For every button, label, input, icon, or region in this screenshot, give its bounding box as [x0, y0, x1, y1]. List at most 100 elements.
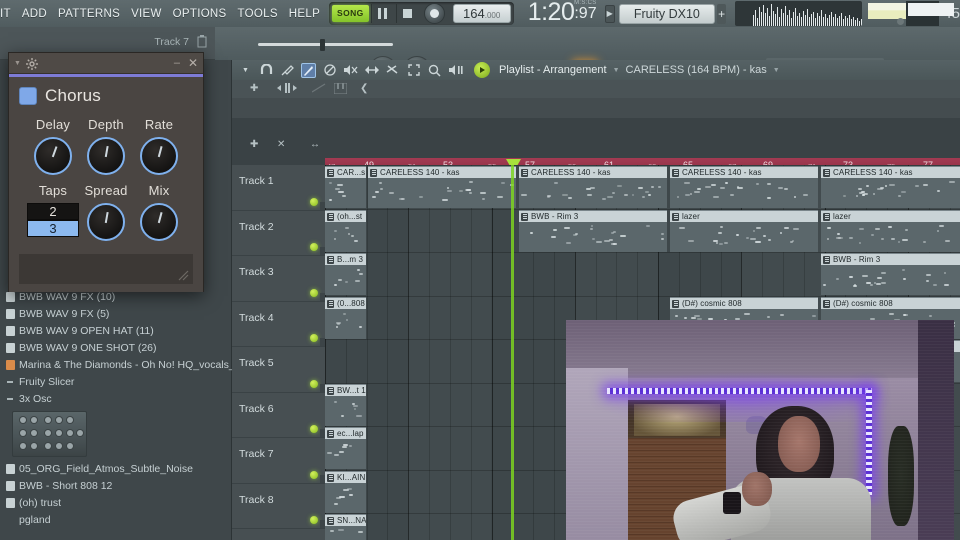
stop-icon[interactable]	[395, 4, 419, 23]
list-item[interactable]: BWB WAV 9 FX (5)	[6, 305, 232, 322]
track-led-icon[interactable]	[310, 288, 318, 297]
select-tool-icon[interactable]	[406, 63, 421, 78]
channel-selector[interactable]: Fruity DX10	[618, 3, 715, 24]
track-led-icon[interactable]	[310, 516, 318, 524]
pause-icon[interactable]	[370, 4, 394, 23]
gear-icon[interactable]	[25, 57, 38, 70]
playlist-clip[interactable]: B...m 3	[325, 253, 366, 295]
menu-item-options[interactable]: OPTIONS	[173, 8, 227, 20]
close-icon[interactable]: ✕	[188, 57, 198, 69]
piano-keys-icon[interactable]	[333, 82, 348, 97]
delay-knob[interactable]	[34, 137, 72, 175]
rate-control[interactable]: Rate	[133, 117, 185, 175]
playlist-clip[interactable]: lazer	[821, 210, 960, 252]
add-track-icon[interactable]: ✚	[250, 83, 258, 94]
playlist-clip[interactable]: CAR...s	[325, 166, 366, 208]
resize-horizontal-icon[interactable]: ↔	[310, 139, 320, 150]
minimize-icon[interactable]: –	[174, 58, 180, 69]
playlist-clip[interactable]: BWB - Rim 3	[821, 253, 960, 295]
track-header[interactable]: Track 5	[232, 347, 325, 393]
depth-knob[interactable]	[87, 137, 125, 175]
playlist-clip[interactable]: CARELESS 140 - kas	[670, 166, 818, 208]
playlist-clip[interactable]: KI...AIN	[325, 471, 366, 513]
pan-slider[interactable]	[258, 39, 393, 51]
rate-knob[interactable]	[140, 137, 178, 175]
spread-knob[interactable]	[87, 203, 125, 241]
menu-item-patterns[interactable]: PATTERNS	[58, 8, 120, 20]
menu-item-tools[interactable]: TOOLS	[238, 8, 278, 20]
slip-tool-icon[interactable]	[364, 63, 379, 78]
slip-edit-icon[interactable]	[277, 83, 297, 96]
playlist-clip[interactable]: CARELESS 140 - kas	[821, 166, 960, 208]
zoom-tool-icon[interactable]	[427, 63, 442, 78]
tempo-field[interactable]: 164.000	[452, 4, 511, 23]
add-clip-icon[interactable]: ✚	[250, 139, 258, 150]
song-mode-button[interactable]: SONG	[332, 5, 369, 22]
playlist-clip[interactable]: BW...t 1	[325, 384, 366, 426]
playlist-clip[interactable]: (oh...st	[325, 210, 366, 252]
plugin-titlebar[interactable]: ▼ – ✕	[9, 53, 203, 74]
delay-control[interactable]: Delay	[27, 117, 79, 175]
scroll-left-icon[interactable]: ❮	[360, 83, 368, 94]
magnet-snap-icon[interactable]	[259, 63, 274, 78]
playlist-clip[interactable]: CARELESS 140 - kas	[519, 166, 667, 208]
add-channel-button[interactable]: +	[716, 3, 727, 24]
track-header[interactable]: Track 6	[232, 393, 325, 438]
track-header[interactable]: Track 9	[232, 529, 325, 540]
close-track-icon[interactable]: ✕	[277, 139, 285, 150]
taps-option-3[interactable]: 3	[27, 220, 79, 237]
playlist-clip[interactable]: BWB - Rim 3	[519, 210, 667, 252]
chevron-down-icon[interactable]: ▼	[773, 67, 780, 74]
list-item[interactable]: (oh) trust	[6, 494, 232, 511]
menu-item-add[interactable]: ADD	[22, 8, 47, 20]
record-icon[interactable]	[423, 3, 445, 24]
track-header[interactable]: Track 2	[232, 211, 325, 256]
mix-knob[interactable]	[140, 203, 178, 241]
draw-tool-icon[interactable]	[301, 62, 316, 78]
mix-control[interactable]: Mix	[133, 183, 185, 241]
taps-control[interactable]: Taps 2 3	[27, 183, 79, 241]
track-header-list[interactable]: Track 1 Track 2 Track 3 Track 4 Track 5 …	[232, 165, 325, 540]
list-item[interactable]: pgland	[6, 511, 232, 528]
list-item[interactable]: BWB WAV 9 ONE SHOT (26)	[6, 339, 232, 356]
track-header[interactable]: Track 4	[232, 302, 325, 347]
track-led-icon[interactable]	[310, 425, 318, 433]
paintbrush-icon[interactable]	[280, 63, 295, 78]
track-led-icon[interactable]	[310, 334, 318, 342]
playback-tool-icon[interactable]	[448, 63, 463, 78]
track-header[interactable]: Track 3	[232, 256, 325, 302]
playlist-clip[interactable]: SN...NAL	[325, 514, 366, 540]
track-led-icon[interactable]	[310, 243, 318, 251]
list-item[interactable]: 05_ORG_Field_Atmos_Subtle_Noise	[6, 460, 232, 477]
list-item[interactable]: Fruity Slicer	[6, 373, 232, 390]
menu-item-help[interactable]: HELP	[289, 8, 320, 20]
playlist-clip[interactable]: (0...808	[325, 297, 366, 339]
browser-file-list[interactable]: BWB WAV 9 FX (10) BWB WAV 9 FX (5) BWB W…	[0, 288, 232, 528]
menu-item-view[interactable]: VIEW	[131, 8, 162, 20]
spread-control[interactable]: Spread	[80, 183, 132, 241]
chorus-plugin-window[interactable]: ▼ – ✕ Chorus Delay Depth Rate Taps 2 3 S…	[8, 52, 204, 292]
chevron-down-icon[interactable]: ▼	[14, 60, 21, 67]
chevron-right-icon[interactable]: ▶	[604, 4, 615, 23]
menu-caret-icon[interactable]: ▼	[238, 63, 253, 78]
resize-grip-icon[interactable]	[176, 268, 189, 281]
track-led-icon[interactable]	[310, 197, 318, 206]
chevron-down-icon[interactable]: ▼	[613, 67, 620, 74]
time-display[interactable]: 1:20 :97 M:S:CS	[528, 0, 597, 27]
playlist-clip[interactable]: ec...lap	[325, 427, 366, 469]
track-led-icon[interactable]	[310, 379, 318, 388]
list-item[interactable]: 3x Osc	[6, 390, 232, 407]
list-item[interactable]: BWB - Short 808 12	[6, 477, 232, 494]
depth-control[interactable]: Depth	[80, 117, 132, 175]
track-header[interactable]: Track 8	[232, 484, 325, 529]
mute-tool-icon[interactable]	[343, 63, 358, 78]
list-item[interactable]: Marina & The Diamonds - Oh No! HQ_vocals…	[6, 356, 232, 373]
delete-icon[interactable]	[197, 35, 207, 48]
taps-option-2[interactable]: 2	[27, 203, 79, 220]
automation-line-icon[interactable]	[311, 83, 326, 96]
delete-tool-icon[interactable]	[322, 63, 337, 78]
list-item[interactable]: BWB WAV 9 OPEN HAT (11)	[6, 322, 232, 339]
track-led-icon[interactable]	[310, 470, 318, 479]
track-header[interactable]: Track 1	[232, 165, 325, 211]
playlist-clip[interactable]: lazer	[670, 210, 818, 252]
